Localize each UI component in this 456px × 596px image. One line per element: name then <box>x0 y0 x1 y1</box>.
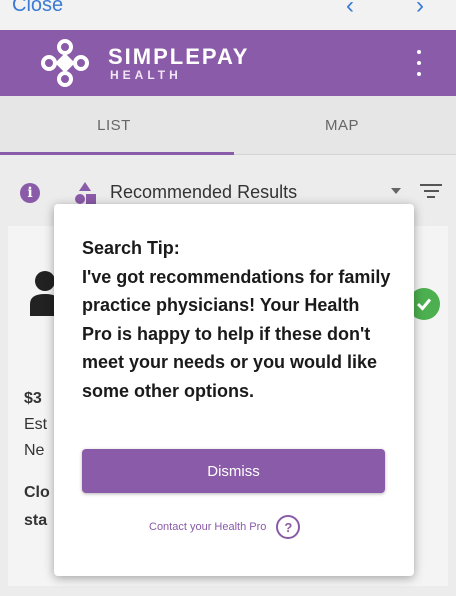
filter-bar: i Recommended Results <box>0 160 456 210</box>
tab-list[interactable]: LIST <box>0 96 228 154</box>
status-fragment: sta <box>24 512 48 529</box>
brand-name: SIMPLEPAY <box>108 44 250 69</box>
chevron-right-icon[interactable]: › <box>416 0 424 20</box>
contact-health-pro-link[interactable]: Contact your Health Pro <box>149 521 266 533</box>
tab-map[interactable]: MAP <box>228 96 456 154</box>
simplepay-logo-icon <box>41 39 89 87</box>
chevron-down-icon[interactable] <box>391 188 401 194</box>
tip-title: Search Tip: <box>82 238 180 258</box>
chevron-left-icon[interactable]: ‹ <box>346 0 354 20</box>
more-vert-icon[interactable] <box>416 50 422 76</box>
close-link[interactable]: Close <box>12 0 63 17</box>
results-filter-select[interactable]: Recommended Results <box>110 182 297 203</box>
sort-icon[interactable] <box>420 184 442 202</box>
tip-body: I've got recommendations for family prac… <box>82 266 391 401</box>
contact-row: Contact your Health Pro ? <box>149 515 301 539</box>
closest-fragment: Clo <box>24 484 50 501</box>
estimate-fragment: Est <box>24 416 48 433</box>
active-tab-indicator <box>0 152 234 155</box>
info-icon[interactable]: i <box>20 183 40 203</box>
help-icon[interactable]: ? <box>276 515 301 539</box>
tip-content: Search Tip: I've got recommendations for… <box>82 234 394 405</box>
brand-subtitle: HEALTH <box>110 68 182 82</box>
search-tip-dialog: Search Tip: I've got recommendations for… <box>54 204 414 576</box>
app-header: SIMPLEPAY HEALTH <box>0 30 456 96</box>
dismiss-button[interactable]: Dismiss <box>82 449 385 493</box>
browser-toolbar: Close ‹ › <box>0 0 456 31</box>
category-shapes-icon <box>75 182 96 204</box>
view-tabs: LIST MAP <box>0 96 456 155</box>
network-fragment: Ne <box>24 442 45 459</box>
price-fragment: $3 <box>24 390 42 407</box>
